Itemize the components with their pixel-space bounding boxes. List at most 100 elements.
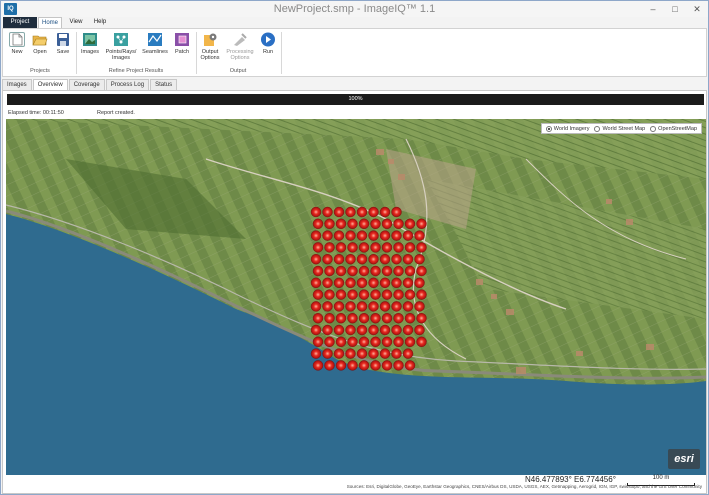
camera-position-marker[interactable] [356, 230, 368, 241]
camera-position-marker[interactable] [322, 301, 333, 312]
camera-position-marker[interactable] [345, 253, 356, 265]
camera-position-marker[interactable] [335, 242, 347, 253]
camera-position-marker[interactable] [368, 277, 379, 289]
camera-position-marker[interactable] [402, 277, 414, 289]
camera-position-marker[interactable] [402, 253, 414, 265]
minimize-button[interactable]: – [646, 2, 660, 16]
camera-position-marker[interactable] [370, 289, 381, 300]
camera-position-marker[interactable] [347, 336, 358, 348]
camera-position-marker[interactable] [368, 324, 379, 336]
camera-position-marker[interactable] [370, 336, 381, 348]
camera-position-marker[interactable] [414, 277, 425, 289]
points-rays-images-button[interactable]: Points/Rays/ Images [103, 32, 139, 61]
camera-position-marker[interactable] [312, 336, 324, 348]
camera-position-marker[interactable] [416, 242, 427, 253]
camera-position-marker[interactable] [322, 230, 333, 241]
camera-position-marker[interactable] [368, 253, 379, 265]
camera-position-marker[interactable] [393, 360, 404, 371]
camera-position-marker[interactable] [312, 289, 324, 300]
map-view[interactable]: World Imagery World Street Map OpenStree… [6, 119, 706, 475]
save-button[interactable]: Save [53, 32, 73, 55]
camera-position-marker[interactable] [324, 242, 335, 253]
camera-position-marker[interactable] [358, 242, 370, 253]
camera-position-marker[interactable] [368, 206, 379, 218]
camera-position-marker[interactable] [347, 312, 358, 324]
camera-position-marker[interactable] [310, 324, 322, 336]
output-options-button[interactable]: Output Options [198, 32, 222, 61]
camera-position-marker[interactable] [347, 265, 358, 277]
camera-position-marker[interactable] [416, 289, 427, 300]
camera-position-marker[interactable] [393, 265, 404, 277]
camera-position-marker[interactable] [402, 230, 414, 241]
camera-position-marker[interactable] [324, 360, 335, 371]
camera-position-marker[interactable] [335, 312, 347, 324]
camera-position-marker[interactable] [379, 301, 391, 312]
camera-position-marker[interactable] [345, 277, 356, 289]
camera-position-marker[interactable] [335, 265, 347, 277]
camera-position-marker[interactable] [414, 230, 425, 241]
camera-position-marker[interactable] [324, 265, 335, 277]
camera-position-marker[interactable] [310, 348, 322, 359]
processing-options-button[interactable]: Processing Options [224, 32, 256, 61]
camera-position-marker[interactable] [370, 265, 381, 277]
camera-position-marker[interactable] [347, 360, 358, 371]
camera-position-marker[interactable] [356, 253, 368, 265]
run-button[interactable]: Run [258, 32, 278, 55]
camera-position-marker[interactable] [347, 242, 358, 253]
camera-position-marker[interactable] [391, 230, 402, 241]
camera-position-marker[interactable] [393, 289, 404, 300]
camera-position-marker[interactable] [312, 312, 324, 324]
camera-position-marker[interactable] [414, 301, 425, 312]
camera-position-marker[interactable] [414, 253, 425, 265]
camera-position-marker[interactable] [379, 277, 391, 289]
tab-project[interactable]: Project [3, 17, 37, 28]
camera-position-marker[interactable] [404, 218, 416, 230]
camera-position-marker[interactable] [322, 277, 333, 289]
camera-position-marker[interactable] [345, 348, 356, 359]
tab-help[interactable]: Help [89, 17, 111, 28]
basemap-option-openstreetmap[interactable]: OpenStreetMap [650, 125, 697, 132]
camera-position-marker[interactable] [393, 218, 404, 230]
camera-position-marker[interactable] [391, 348, 402, 359]
camera-position-marker[interactable] [345, 206, 356, 218]
camera-position-marker[interactable] [310, 301, 322, 312]
camera-position-marker[interactable] [368, 230, 379, 241]
camera-position-marker[interactable] [310, 230, 322, 241]
camera-position-marker[interactable] [312, 242, 324, 253]
camera-position-marker[interactable] [404, 265, 416, 277]
camera-position-marker[interactable] [322, 253, 333, 265]
camera-position-marker[interactable] [391, 277, 402, 289]
camera-position-marker[interactable] [335, 218, 347, 230]
camera-position-marker[interactable] [312, 360, 324, 371]
camera-position-marker[interactable] [393, 242, 404, 253]
camera-position-marker[interactable] [391, 206, 402, 218]
camera-position-marker[interactable] [312, 265, 324, 277]
tab-home[interactable]: Home [38, 17, 62, 28]
camera-position-marker[interactable] [391, 253, 402, 265]
camera-position-marker[interactable] [370, 312, 381, 324]
camera-position-marker[interactable] [335, 360, 347, 371]
camera-position-marker[interactable] [402, 324, 414, 336]
camera-position-marker[interactable] [356, 348, 368, 359]
camera-position-marker[interactable] [404, 289, 416, 300]
camera-position-marker[interactable] [416, 265, 427, 277]
camera-position-marker[interactable] [345, 230, 356, 241]
camera-position-marker[interactable] [381, 265, 393, 277]
camera-position-marker[interactable] [368, 301, 379, 312]
camera-position-marker[interactable] [358, 289, 370, 300]
camera-position-marker[interactable] [358, 360, 370, 371]
camera-position-marker[interactable] [402, 301, 414, 312]
camera-position-marker[interactable] [310, 206, 322, 218]
camera-position-marker[interactable] [370, 218, 381, 230]
camera-position-marker[interactable] [347, 289, 358, 300]
camera-position-marker[interactable] [381, 242, 393, 253]
camera-position-marker[interactable] [312, 218, 324, 230]
camera-position-marker[interactable] [335, 289, 347, 300]
camera-position-marker[interactable] [381, 312, 393, 324]
camera-position-marker[interactable] [345, 301, 356, 312]
camera-position-marker[interactable] [333, 348, 345, 359]
camera-position-marker[interactable] [310, 277, 322, 289]
camera-position-marker[interactable] [381, 360, 393, 371]
camera-position-marker[interactable] [333, 230, 345, 241]
camera-position-marker[interactable] [416, 218, 427, 230]
